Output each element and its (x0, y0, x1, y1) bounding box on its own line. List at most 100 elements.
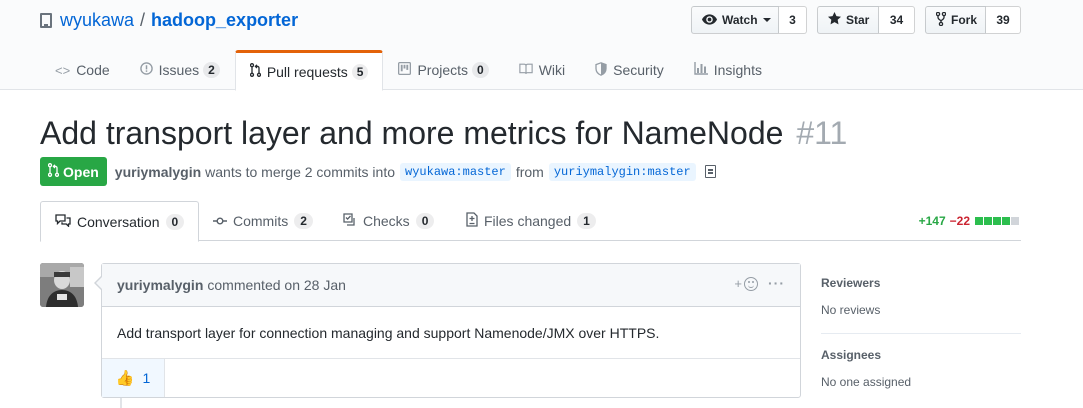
tab-security-label: Security (613, 62, 664, 78)
pr-title: Add transport layer and more metrics for… (40, 114, 847, 152)
star-action: Star 34 (817, 6, 915, 34)
tab-security[interactable]: Security (580, 50, 679, 90)
tab-pull-requests[interactable]: Pull requests 5 (234, 50, 384, 91)
comment: yuriymalygin commented on 28 Jan + ··· A… (94, 263, 801, 398)
tab-issues-count: 2 (203, 62, 220, 78)
tab-wiki[interactable]: Wiki (504, 50, 580, 90)
add-reaction-button[interactable]: + (734, 276, 758, 291)
pull-request-icon (249, 63, 261, 80)
reaction-count: 1 (142, 370, 151, 386)
tab-checks[interactable]: Checks 0 (328, 201, 449, 241)
sidebar-divider (821, 333, 1021, 334)
repo-title: wyukawa / hadoop_exporter (40, 8, 298, 32)
tab-checks-label: Checks (363, 213, 410, 229)
shield-icon (595, 61, 607, 79)
avatar[interactable] (40, 263, 84, 307)
pr-title-text: Add transport layer and more metrics for… (40, 115, 784, 151)
assignees-value: No one assigned (821, 375, 912, 389)
timeline-line (120, 398, 122, 408)
star-label: Star (846, 13, 870, 27)
file-diff-icon (466, 212, 478, 230)
diffstat-deletions: −22 (949, 214, 970, 228)
chevron-down-icon (762, 18, 771, 22)
comment-reactions: 👍 1 (102, 359, 800, 397)
fork-button[interactable]: Fork (925, 6, 986, 34)
tab-conversation-count: 0 (165, 213, 185, 230)
graph-icon (694, 62, 708, 78)
repo-owner-link[interactable]: wyukawa (60, 10, 134, 31)
pr-state-badge: Open (40, 157, 107, 186)
pr-tabs: Conversation 0 Commits 2 Checks 0 Files … (40, 201, 1021, 242)
fork-action: Fork 39 (925, 6, 1021, 34)
pr-merge-text: wants to merge 2 commits into (205, 163, 396, 180)
commit-icon (213, 214, 227, 229)
tab-insights-label: Insights (713, 62, 762, 78)
smiley-icon (744, 276, 758, 291)
tab-wiki-label: Wiki (538, 62, 566, 78)
thumbs-up-icon: 👍 (115, 370, 135, 387)
comment-body: Add transport layer for connection manag… (102, 307, 800, 359)
repo-nav: <> Code Issues 2 Pull requests 5 Project… (40, 50, 777, 91)
watch-button[interactable]: Watch (691, 6, 779, 34)
diffstat-additions: +147 (918, 214, 946, 228)
thumbs-up-reaction[interactable]: 👍 1 (102, 359, 165, 397)
assignees-heading[interactable]: Assignees (821, 348, 1021, 366)
kebab-horizontal-icon[interactable]: ··· (768, 275, 785, 291)
tab-projects[interactable]: Projects 0 (383, 50, 503, 90)
reviewers-heading[interactable]: Reviewers (821, 276, 1021, 294)
tab-commits-count: 2 (294, 213, 313, 229)
tab-projects-label: Projects (417, 62, 469, 78)
repo-header: wyukawa / hadoop_exporter Watch 3 Star 3… (0, 0, 1083, 91)
head-branch[interactable]: yuriymalygin:master (548, 162, 696, 181)
diffstat[interactable]: +147 −22 (919, 214, 1019, 228)
tab-pull-requests-count: 5 (351, 63, 369, 80)
eye-icon (702, 13, 717, 28)
star-count[interactable]: 34 (879, 6, 915, 34)
book-icon (519, 63, 533, 78)
project-icon (398, 61, 412, 78)
fork-label: Fork (951, 13, 978, 27)
clipboard-icon[interactable] (704, 165, 716, 178)
tab-insights[interactable]: Insights (679, 50, 777, 90)
tab-checks-count: 0 (415, 213, 435, 229)
star-icon (828, 12, 841, 28)
tab-conversation-label: Conversation (77, 213, 160, 230)
tab-files-changed-count: 1 (577, 213, 596, 229)
watch-count[interactable]: 3 (779, 6, 807, 34)
code-icon: <> (55, 62, 71, 78)
tab-code-label: Code (76, 62, 110, 78)
pr-meta: Open yuriymalygin wants to merge 2 commi… (40, 157, 716, 186)
diffstat-block-neutral (1011, 217, 1019, 225)
diffstat-blocks (974, 214, 1019, 228)
base-branch[interactable]: wyukawa:master (400, 162, 511, 181)
reviewers-value: No reviews (821, 303, 881, 317)
repo-name-link[interactable]: hadoop_exporter (151, 10, 298, 31)
comment-discussion-icon (55, 213, 71, 230)
repo-separator: / (140, 9, 146, 30)
fork-count[interactable]: 39 (986, 6, 1021, 34)
comment-header: yuriymalygin commented on 28 Jan + ··· (102, 264, 800, 307)
reviewers-section: Reviewers No reviews (821, 276, 1021, 334)
tab-issues[interactable]: Issues 2 (125, 50, 235, 90)
issue-icon (139, 62, 153, 78)
assignees-section: Assignees No one assigned (821, 348, 1021, 391)
tab-code[interactable]: <> Code (40, 50, 125, 90)
tab-projects-count: 0 (472, 62, 489, 78)
watch-label: Watch (722, 13, 758, 27)
star-button[interactable]: Star (817, 6, 879, 34)
comment-author-link[interactable]: yuriymalygin (117, 277, 203, 293)
tab-files-changed-label: Files changed (484, 213, 572, 229)
pr-from-text: from (515, 163, 544, 180)
diffstat-block-added (1002, 217, 1010, 225)
tab-issues-label: Issues (158, 62, 200, 78)
fork-icon (935, 11, 947, 29)
pr-sidebar: Reviewers No reviews Assignees No one as… (821, 263, 1021, 391)
tab-files-changed[interactable]: Files changed 1 (451, 201, 611, 241)
watch-action: Watch 3 (691, 6, 807, 34)
pr-author-link[interactable]: yuriymalygin (115, 164, 201, 180)
diffstat-block-added (993, 217, 1001, 225)
diffstat-block-added (984, 217, 992, 225)
comment-timestamp[interactable]: commented on 28 Jan (207, 277, 346, 293)
tab-commits[interactable]: Commits 2 (198, 201, 328, 241)
tab-conversation[interactable]: Conversation 0 (40, 201, 200, 242)
